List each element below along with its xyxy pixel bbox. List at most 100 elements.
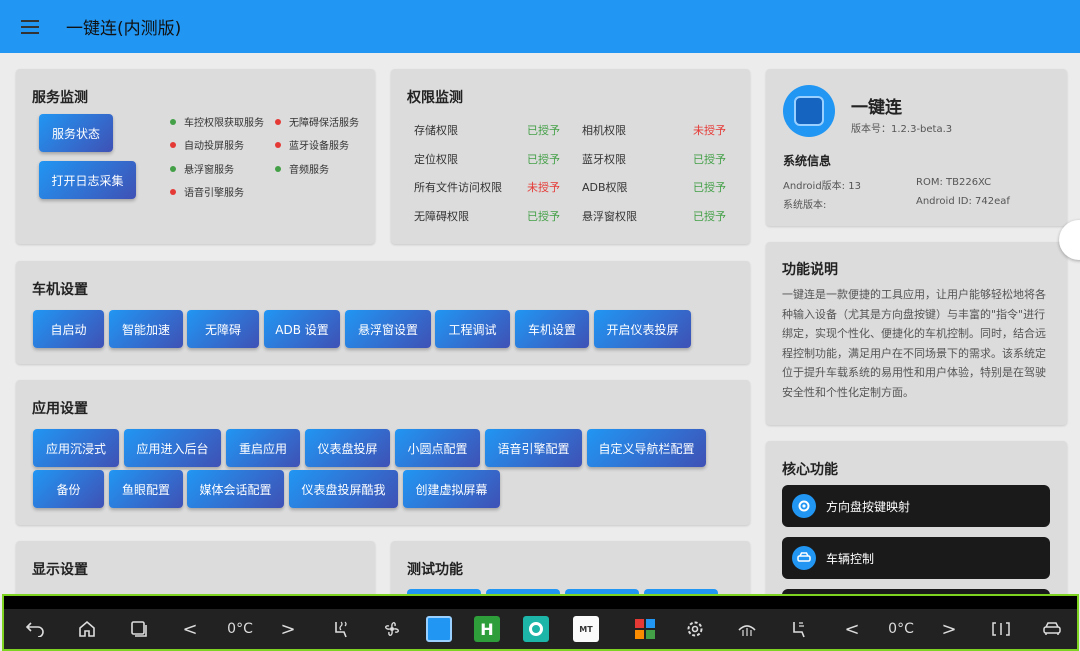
custom-navbar-config-button[interactable]: 自定义导航栏配置 [587, 429, 706, 467]
car-taskbar: < 0°C > H MT < 0°C > [2, 594, 1079, 651]
back-icon[interactable] [22, 609, 48, 649]
core-features-card: 核心功能 方向盘按键映射 车辆控制 [766, 441, 1067, 601]
permission-monitor-card: 权限监测 存储权限 已授予 相机权限 未授予 定位权限 已授予 蓝牙权限 已授予… [391, 69, 750, 244]
permission-status: 已授予 [693, 210, 726, 223]
app-title: 一键连(内测版) [66, 19, 182, 39]
app-settings-card: 应用设置 应用沉浸式 应用进入后台 重启应用 仪表盘投屏 小圆点配置 语音引擎配… [16, 380, 750, 525]
test-functions-title: 测试功能 [407, 562, 463, 578]
restart-app-button[interactable]: 重启应用 [226, 429, 300, 467]
vehicle-control-button[interactable]: 车辆控制 [782, 537, 1050, 579]
app-logo-icon [783, 85, 835, 137]
background-button[interactable]: 应用进入后台 [124, 429, 221, 467]
immersive-button[interactable]: 应用沉浸式 [33, 429, 119, 467]
app-version: 版本号：1.2.3-beta.3 [851, 124, 953, 135]
status-dot-icon [275, 165, 281, 172]
create-virtual-display-button[interactable]: 创建虚拟屏幕 [403, 470, 500, 508]
feature-description-title: 功能说明 [782, 262, 838, 278]
recent-apps-icon[interactable] [126, 609, 152, 649]
autostart-button[interactable]: 自启动 [33, 310, 104, 348]
service-item: 音频服务 [275, 161, 329, 176]
voice-engine-config-button[interactable]: 语音引擎配置 [485, 429, 582, 467]
permission-label: ADB权限 [582, 181, 628, 194]
status-dot-icon [170, 165, 176, 172]
permission-label: 存储权限 [414, 124, 458, 137]
feature-description-card: 功能说明 一键连是一款便捷的工具应用，让用户能够轻松地将各种输入设备（尤其是方向… [766, 242, 1067, 425]
smart-accel-button[interactable]: 智能加速 [109, 310, 183, 348]
app-info-card: 一键连 版本号：1.2.3-beta.3 系统信息 Android版本: 13 … [766, 69, 1067, 226]
gear-icon [792, 494, 816, 518]
backup-button[interactable]: 备份 [33, 470, 104, 508]
permission-status: 未授予 [693, 124, 726, 137]
service-item: 无障碍保活服务 [275, 114, 359, 129]
enable-cluster-cast-button[interactable]: 开启仪表投屏 [594, 310, 691, 348]
floating-window-settings-button[interactable]: 悬浮窗设置 [345, 310, 431, 348]
vehicle-settings-title: 车机设置 [32, 282, 88, 298]
defrost-icon[interactable] [734, 609, 760, 649]
accessibility-button[interactable]: 无障碍 [187, 310, 259, 348]
status-dot-icon [170, 188, 176, 195]
steering-key-mapping-button[interactable]: 方向盘按键映射 [782, 485, 1050, 527]
system-info-title: 系统信息 [783, 154, 832, 168]
android-id: Android ID: 742eaf [916, 196, 1010, 207]
split-screen-icon[interactable] [988, 609, 1014, 649]
app-mt-icon[interactable]: MT [572, 609, 600, 649]
app-grid-icon[interactable] [631, 609, 659, 649]
app-h-icon[interactable]: H [473, 609, 501, 649]
feature-description-text: 一键连是一款便捷的工具应用，让用户能够轻松地将各种输入设备（尤其是方向盘按键）与… [782, 288, 1046, 399]
permission-label: 相机权限 [582, 124, 626, 137]
cluster-cast-kuwo-button[interactable]: 仪表盘投屏酷我 [289, 470, 398, 508]
hamburger-menu-icon[interactable] [0, 0, 60, 53]
permission-label: 悬浮窗权限 [582, 210, 637, 223]
left-temp-down-button[interactable]: < [178, 609, 202, 649]
open-log-capture-button[interactable]: 打开日志采集 [39, 161, 136, 199]
vehicle-settings-button[interactable]: 车机设置 [515, 310, 589, 348]
adb-settings-button[interactable]: ADB 设置 [264, 310, 340, 348]
permission-label: 定位权限 [414, 153, 458, 166]
status-dot-icon [170, 141, 176, 148]
service-monitor-card: 服务监测 服务状态 打开日志采集 车控权限获取服务 无障碍保活服务 自动投屏服务… [16, 69, 375, 244]
vehicle-control-label: 车辆控制 [826, 551, 875, 566]
steering-key-mapping-label: 方向盘按键映射 [826, 499, 911, 514]
permission-status: 未授予 [527, 181, 560, 194]
seat-vent-icon[interactable] [786, 609, 812, 649]
settings-gear-icon[interactable] [682, 609, 708, 649]
app-bar: 一键连(内测版) [0, 0, 1080, 53]
permission-label: 无障碍权限 [414, 210, 469, 223]
display-settings-card: 显示设置 [16, 541, 375, 601]
media-session-config-button[interactable]: 媒体会话配置 [187, 470, 284, 508]
system-version: 系统版本: [783, 200, 827, 211]
service-item: 蓝牙设备服务 [275, 137, 349, 152]
right-temp-down-button[interactable]: < [840, 609, 864, 649]
test-functions-card: 测试功能 [391, 541, 750, 601]
service-item: 车控权限获取服务 [170, 114, 264, 129]
car-icon [792, 546, 816, 570]
permission-status: 已授予 [527, 153, 560, 166]
service-item: 悬浮窗服务 [170, 161, 234, 176]
app-name: 一键连 [851, 98, 902, 118]
app-settings-title: 应用设置 [32, 401, 88, 417]
fisheye-config-button[interactable]: 鱼眼配置 [109, 470, 183, 508]
rom-version: ROM: TB226XC [916, 177, 992, 188]
seat-heat-icon[interactable] [328, 609, 354, 649]
vehicle-settings-card: 车机设置 自启动 智能加速 无障碍 ADB 设置 悬浮窗设置 工程调试 车机设置… [16, 261, 750, 364]
fan-icon[interactable] [379, 609, 405, 649]
taskbar-bar: < 0°C > H MT < 0°C > [4, 609, 1077, 649]
app-camera-icon[interactable] [522, 609, 550, 649]
right-temp-up-button[interactable]: > [937, 609, 961, 649]
service-item: 自动投屏服务 [170, 137, 244, 152]
service-status-button[interactable]: 服务状态 [39, 114, 113, 152]
status-dot-icon [275, 141, 281, 148]
car-icon[interactable] [1039, 609, 1065, 649]
permission-label: 蓝牙权限 [582, 153, 626, 166]
engineering-debug-button[interactable]: 工程调试 [435, 310, 510, 348]
permission-status: 已授予 [527, 210, 560, 223]
status-dot-icon [170, 118, 176, 125]
app-oneclick-icon[interactable] [425, 609, 453, 649]
home-icon[interactable] [74, 609, 100, 649]
permission-label: 所有文件访问权限 [414, 181, 502, 194]
cluster-cast-button[interactable]: 仪表盘投屏 [305, 429, 390, 467]
display-settings-title: 显示设置 [32, 562, 88, 578]
left-temperature: 0°C [227, 621, 253, 637]
left-temp-up-button[interactable]: > [276, 609, 300, 649]
dot-config-button[interactable]: 小圆点配置 [395, 429, 480, 467]
